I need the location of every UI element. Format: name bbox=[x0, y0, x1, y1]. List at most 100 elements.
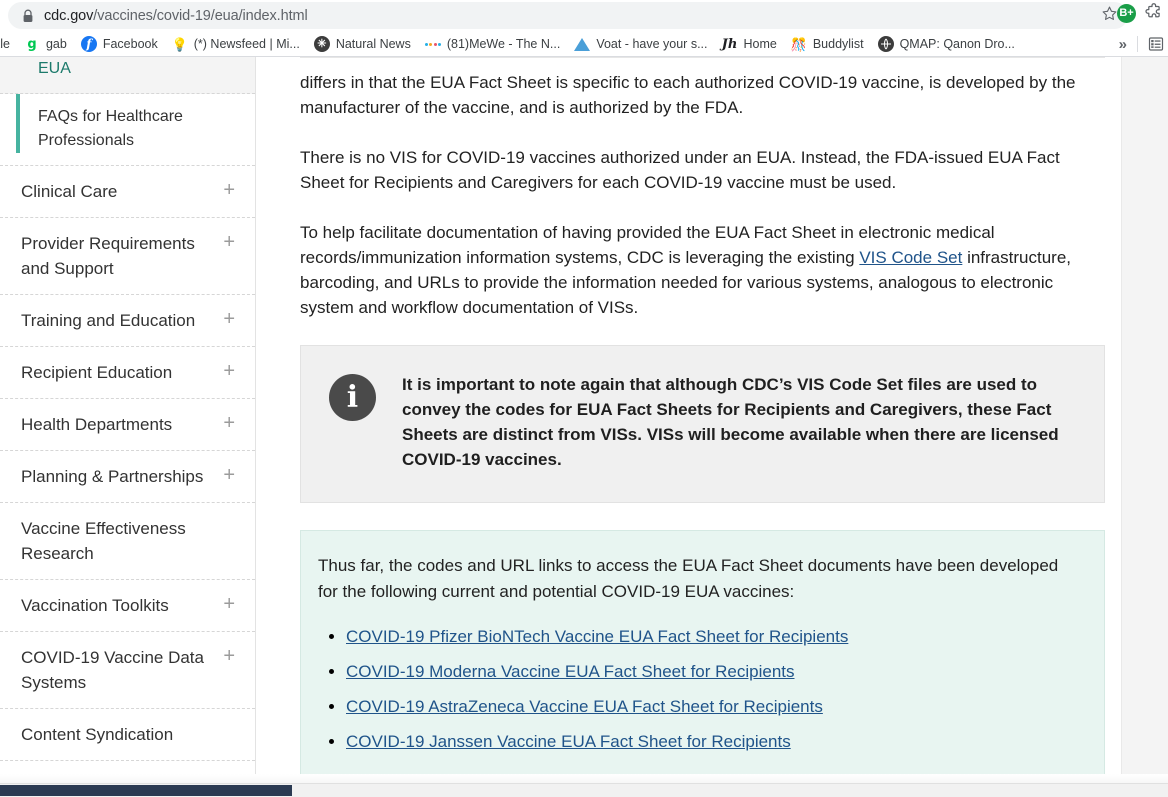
horizontal-scrollbar-thumb[interactable] bbox=[0, 785, 292, 796]
sidebar-item-label: Content Syndication bbox=[21, 725, 174, 744]
sidebar-item-covid-19-vaccine-data-systems[interactable]: COVID-19 Vaccine Data Systems + bbox=[0, 632, 255, 709]
horizontal-scrollbar-track[interactable] bbox=[0, 783, 1168, 797]
list-item: COVID-19 Pfizer BioNTech Vaccine EUA Fac… bbox=[346, 625, 1078, 649]
info-circle-icon: i bbox=[329, 374, 376, 421]
sidebar-subitem-label: FAQs for Healthcare Professionals bbox=[38, 108, 183, 149]
fact-sheet-link-astrazeneca[interactable]: COVID-19 AstraZeneca Vaccine EUA Fact Sh… bbox=[346, 697, 823, 716]
expand-plus-icon[interactable]: + bbox=[223, 464, 235, 486]
expand-plus-icon[interactable]: + bbox=[223, 593, 235, 615]
expand-plus-icon[interactable]: + bbox=[223, 412, 235, 434]
main-content: differs in that the EUA Fact Sheet is sp… bbox=[257, 57, 1121, 783]
reading-list-icon[interactable] bbox=[1148, 36, 1164, 52]
qmap-globe-icon bbox=[877, 36, 894, 52]
sidebar-item-label: Recipient Education bbox=[21, 363, 173, 382]
fact-sheet-link-list: COVID-19 Pfizer BioNTech Vaccine EUA Fac… bbox=[318, 625, 1078, 754]
expand-plus-icon[interactable]: + bbox=[223, 179, 235, 201]
sidebar-item-training-and-education[interactable]: Training and Education + bbox=[0, 295, 255, 347]
url-host: cdc.gov bbox=[44, 7, 94, 24]
bookmark-label: Home bbox=[743, 37, 777, 51]
content-top-rule bbox=[300, 57, 1105, 58]
list-item: COVID-19 Janssen Vaccine EUA Fact Sheet … bbox=[346, 730, 1078, 754]
bookmark-label: Buddylist bbox=[812, 37, 864, 51]
bookmarks-overflow-button[interactable]: » bbox=[1119, 36, 1127, 53]
jh-monogram-icon: Jh bbox=[721, 36, 738, 52]
sidebar-item-label: Clinical Care bbox=[21, 182, 118, 201]
lock-icon bbox=[22, 9, 34, 23]
url-text: cdc.gov/vaccines/covid-19/eua/index.html bbox=[44, 8, 1095, 24]
puzzle-piece-icon[interactable] bbox=[1144, 3, 1164, 23]
expand-plus-icon[interactable]: + bbox=[223, 308, 235, 330]
expand-plus-icon[interactable]: + bbox=[223, 231, 235, 253]
sidebar-item-label: Health Departments bbox=[21, 415, 173, 434]
expand-plus-icon[interactable]: + bbox=[223, 645, 235, 667]
gab-icon: g bbox=[27, 36, 37, 52]
extension-icons: B+ bbox=[1117, 3, 1164, 23]
sidebar-item-label: Vaccine Effectiveness Research bbox=[21, 519, 186, 563]
bookmark-label: kle bbox=[0, 37, 10, 51]
bookmark-label: Natural News bbox=[335, 37, 411, 51]
paragraph-no-vis: There is no VIS for COVID-19 vaccines au… bbox=[300, 148, 1060, 192]
natural-news-icon: ✳ bbox=[313, 36, 330, 52]
sidebar-item-clinical-care[interactable]: Clinical Care + bbox=[0, 166, 255, 218]
bookmark-label: QMAP: Qanon Dro... bbox=[899, 37, 1015, 51]
lightbulb-icon: 💡 bbox=[171, 36, 188, 52]
expand-plus-icon[interactable]: + bbox=[223, 360, 235, 382]
omnibox-row: cdc.gov/vaccines/covid-19/eua/index.html… bbox=[0, 0, 1168, 31]
bookmark-label: (*) Newsfeed | Mi... bbox=[193, 37, 300, 51]
bookmark-item[interactable]: Voat - have your s... bbox=[567, 33, 714, 55]
bookmark-item[interactable]: ✳ Natural News bbox=[307, 33, 418, 55]
bookmark-item[interactable]: Jh Home bbox=[714, 33, 783, 55]
sidebar-nav: EUA FAQs for Healthcare Professionals Cl… bbox=[0, 57, 256, 783]
list-item: COVID-19 AstraZeneca Vaccine EUA Fact Sh… bbox=[346, 695, 1078, 719]
sidebar-subitem-faqs[interactable]: FAQs for Healthcare Professionals bbox=[0, 94, 255, 166]
fact-sheet-link-pfizer[interactable]: COVID-19 Pfizer BioNTech Vaccine EUA Fac… bbox=[346, 627, 848, 646]
bookmarks-overflow: » bbox=[1119, 36, 1168, 53]
browser-chrome: cdc.gov/vaccines/covid-19/eua/index.html… bbox=[0, 0, 1168, 57]
sidebar-item-label: Planning & Partnerships bbox=[21, 467, 204, 486]
bookmark-item[interactable]: f Facebook bbox=[74, 33, 165, 55]
paragraph-eua-differs: differs in that the EUA Fact Sheet is sp… bbox=[300, 73, 1076, 117]
sidebar-item-provider-requirements-and-support[interactable]: Provider Requirements and Support + bbox=[0, 218, 255, 295]
confetti-icon: 🎊 bbox=[790, 36, 807, 52]
sidebar-item-label: COVID-19 Vaccine Data Systems bbox=[21, 648, 204, 692]
bookmark-label: (81)MeWe - The N... bbox=[446, 37, 561, 51]
sidebar-subitem-label: EUA bbox=[38, 60, 71, 77]
sidebar-item-vaccination-toolkits[interactable]: Vaccination Toolkits + bbox=[0, 580, 255, 632]
bookmark-item[interactable]: 🎊 Buddylist bbox=[784, 33, 871, 55]
page-viewport: EUA FAQs for Healthcare Professionals Cl… bbox=[0, 57, 1168, 797]
sidebar-item-label: Training and Education bbox=[21, 311, 196, 330]
bookmark-label: Voat - have your s... bbox=[596, 37, 708, 51]
bookmark-label: gab bbox=[45, 37, 67, 51]
sidebar-item-recipient-education[interactable]: Recipient Education + bbox=[0, 347, 255, 399]
vis-code-set-link[interactable]: VIS Code Set bbox=[859, 248, 962, 267]
bookmarks-bar: kle g gab f Facebook 💡 (*) Newsfeed | Mi… bbox=[0, 31, 1168, 57]
sidebar-item-label: Vaccination Toolkits bbox=[21, 596, 169, 615]
bookmark-item[interactable]: QMAP: Qanon Dro... bbox=[871, 33, 1022, 55]
url-path: /vaccines/covid-19/eua/index.html bbox=[93, 7, 308, 24]
address-bar[interactable]: cdc.gov/vaccines/covid-19/eua/index.html bbox=[8, 2, 1128, 29]
bookmark-item[interactable]: 💡 (*) Newsfeed | Mi... bbox=[165, 33, 307, 55]
bookmark-item[interactable]: (81)MeWe - The N... bbox=[418, 33, 567, 55]
info-callout-text: It is important to note again that altho… bbox=[402, 375, 1059, 469]
sidebar-subitem-eua[interactable]: EUA bbox=[0, 57, 255, 94]
fact-sheet-link-janssen[interactable]: COVID-19 Janssen Vaccine EUA Fact Sheet … bbox=[346, 732, 791, 751]
mewe-icon bbox=[424, 36, 442, 52]
sidebar-item-vaccine-effectiveness-research[interactable]: Vaccine Effectiveness Research bbox=[0, 503, 255, 580]
mintbox-intro: Thus far, the codes and URL links to acc… bbox=[318, 556, 1059, 601]
sidebar-item-content-syndication[interactable]: Content Syndication bbox=[0, 709, 255, 761]
bookmark-item[interactable]: kle bbox=[0, 33, 17, 55]
facebook-icon: f bbox=[80, 36, 97, 52]
brave-shield-badge[interactable]: B+ bbox=[1117, 3, 1136, 23]
sidebar-item-planning-and-partnerships[interactable]: Planning & Partnerships + bbox=[0, 451, 255, 503]
list-item: COVID-19 Moderna Vaccine EUA Fact Sheet … bbox=[346, 660, 1078, 684]
voat-triangle-icon bbox=[574, 36, 591, 52]
paragraph-vis-code-set: To help facilitate documentation of havi… bbox=[300, 220, 1101, 320]
bookmark-item[interactable]: g gab bbox=[17, 33, 74, 55]
fact-sheet-link-moderna[interactable]: COVID-19 Moderna Vaccine EUA Fact Sheet … bbox=[346, 662, 795, 681]
star-icon[interactable] bbox=[1101, 5, 1118, 27]
bookmark-label: Facebook bbox=[102, 37, 158, 51]
page-right-gutter bbox=[1121, 57, 1168, 797]
sidebar-item-health-departments[interactable]: Health Departments + bbox=[0, 399, 255, 451]
info-callout: i It is important to note again that alt… bbox=[300, 345, 1105, 503]
eua-fact-sheets-box: Thus far, the codes and URL links to acc… bbox=[300, 530, 1105, 783]
